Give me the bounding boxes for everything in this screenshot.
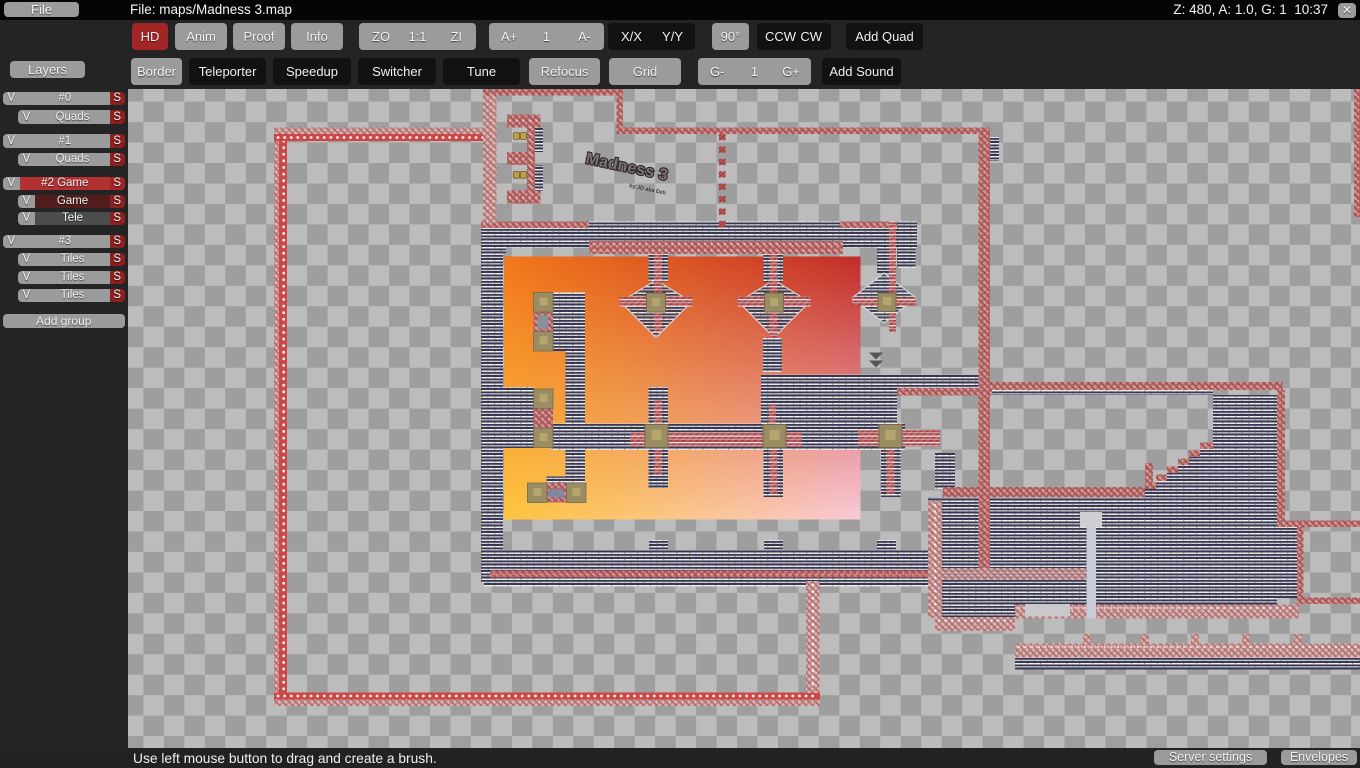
svg-text:Madness 3: Madness 3 <box>584 150 669 184</box>
svg-text:by JD aka Dzh: by JD aka Dzh <box>629 183 667 197</box>
